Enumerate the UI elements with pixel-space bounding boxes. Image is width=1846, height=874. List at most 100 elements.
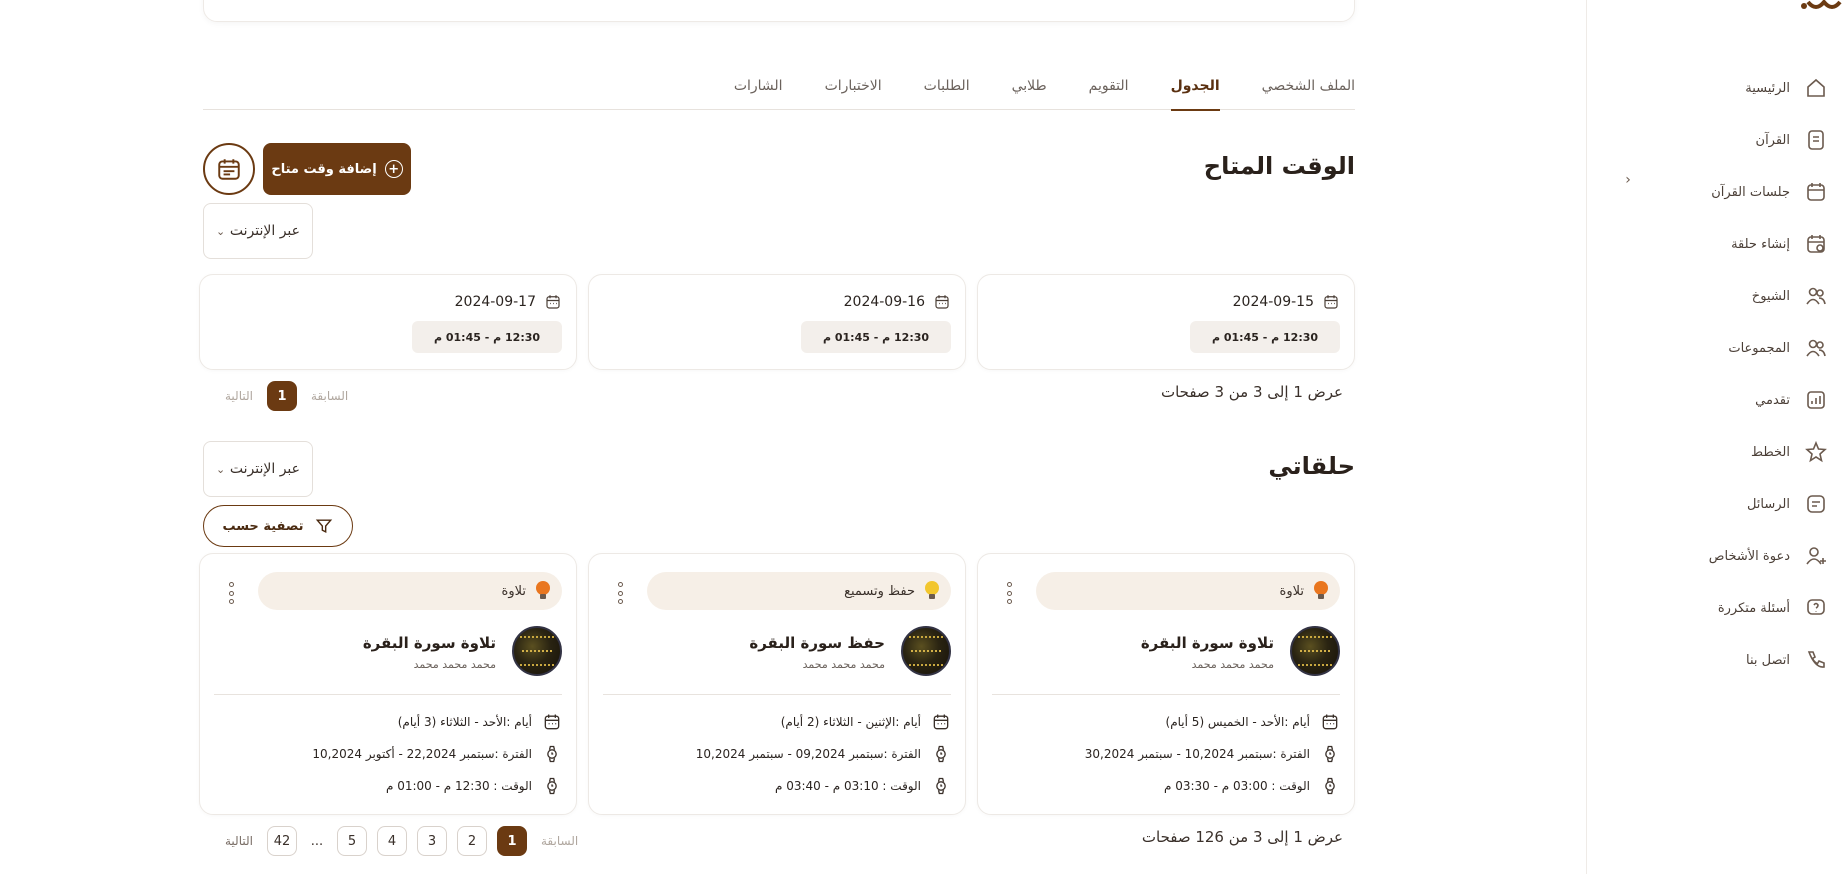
tab-calendar[interactable]: التقويم (1089, 70, 1129, 110)
tab-tests[interactable]: الاختبارات (825, 70, 882, 110)
halaqa-type-label: تلاوة (501, 583, 526, 599)
more-options-icon[interactable] (1006, 582, 1012, 604)
slot-time: 12:30 م - 01:45 م (801, 321, 951, 353)
available-slot-card[interactable]: 2024-09-15 12:30 م - 01:45 م (977, 274, 1355, 370)
tab-my-students[interactable]: طلابي (1012, 70, 1047, 110)
sidebar-item-invite[interactable]: دعوة الأشخاص (1588, 530, 1846, 582)
slot-date: 2024-09-15 (1233, 293, 1340, 311)
available-time-title: الوقت المتاح (1203, 152, 1355, 180)
available-pagination: السابقة 1 التالية (221, 381, 352, 411)
sidebar-item-home[interactable]: الرئيسية (1588, 62, 1846, 114)
calendar-icon (546, 295, 560, 309)
add-available-time-button[interactable]: + إضافة وقت متاح (263, 143, 411, 195)
halaqa-period-text: الفترة :سبتمبر 10,2024 - سبتمبر 30,2024 (1084, 747, 1310, 761)
sidebar-item-contact[interactable]: اتصل بنا (1588, 634, 1846, 686)
calendar-icon (935, 295, 949, 309)
more-options-icon[interactable] (617, 582, 623, 604)
sidebar-item-label: أسئلة متكررة (1717, 600, 1790, 616)
star-icon (1805, 440, 1827, 463)
chevron-down-icon: ⌄ (216, 224, 226, 238)
tab-requests[interactable]: الطلبات (924, 70, 970, 110)
pagination-page-last[interactable]: 42 (266, 826, 297, 856)
slot-date: 2024-09-17 (455, 293, 562, 311)
halaqa-card[interactable]: تلاوة تلاوة سورة البقرة محمد محمد محمد أ… (977, 553, 1355, 815)
slot-time: 12:30 م - 01:45 م (1190, 321, 1340, 353)
book-icon (1808, 130, 1824, 150)
sidebar-item-groups[interactable]: المجموعات (1588, 322, 1846, 374)
filter-by-label: تصفية حسب (222, 518, 304, 534)
pagination-page[interactable]: 3 (416, 826, 447, 856)
select-value: عبر الإنترنت (229, 461, 300, 477)
sidebar-item-messages[interactable]: الرسائل (1588, 478, 1846, 530)
pagination-page[interactable]: 2 (456, 826, 487, 856)
available-mode-select[interactable]: عبر الإنترنت ⌄ (203, 203, 313, 259)
sidebar-nav: الرئيسية القرآن جلسات القرآن إنشاء حلقة … (1588, 62, 1846, 686)
pagination-next[interactable]: التالية (221, 389, 257, 403)
phone-icon (1807, 651, 1825, 668)
halaqa-days-text: أيام :الأحد - الثلاثاء (3 أيام) (397, 715, 532, 729)
sidebar-item-sheikhs[interactable]: الشيوخ (1588, 270, 1846, 322)
sidebar-item-label: إنشاء حلقة (1731, 236, 1790, 252)
profile-tabs: الملف الشخصي الجدول التقويم طلابي الطلبا… (203, 70, 1355, 111)
watch-icon (1325, 745, 1335, 763)
pagination-ellipsis: ... (310, 833, 324, 849)
halaqa-teacher: محمد محمد محمد (802, 658, 885, 671)
pagination-page[interactable]: 1 (496, 826, 527, 856)
halaqa-card[interactable]: حفظ وتسميع حفظ سورة البقرة محمد محمد محم… (588, 553, 966, 815)
halaqa-time-text: الوقت : 03:00 م - 03:30 م (1163, 779, 1310, 793)
divider (603, 694, 951, 695)
calendar-icon (1322, 714, 1338, 730)
pagination-prev[interactable]: السابقة (307, 389, 352, 403)
slot-date-text: 2024-09-16 (843, 294, 925, 310)
filter-by-button[interactable]: تصفية حسب (203, 505, 353, 547)
halaqa-time: الوقت : 03:00 م - 03:30 م (1164, 776, 1340, 796)
sidebar: ‹ الرئيسية القرآن جلسات القرآن إنشاء حلق… (1586, 0, 1846, 874)
pagination-page[interactable]: 4 (376, 826, 407, 856)
halaqat-mode-select[interactable]: عبر الإنترنت ⌄ (203, 441, 313, 497)
more-options-icon[interactable] (228, 582, 234, 604)
tab-schedule[interactable]: الجدول (1170, 70, 1220, 111)
sidebar-item-label: الشيوخ (1751, 288, 1790, 304)
sidebar-item-quran[interactable]: القرآن (1588, 114, 1846, 166)
halaqa-avatar (901, 626, 951, 676)
watch-icon (1325, 777, 1335, 795)
sidebar-item-quran-sessions[interactable]: جلسات القرآن (1588, 166, 1846, 218)
halaqa-type-pill: حفظ وتسميع (647, 572, 951, 610)
halaqa-days: أيام :الأحد - الخميس (5 أيام) (1166, 712, 1340, 732)
halaqa-period: الفترة :سبتمبر 10,2024 - سبتمبر 30,2024 (1085, 744, 1340, 764)
pagination-page[interactable]: 5 (336, 826, 367, 856)
halaqa-time-text: الوقت : 12:30 م - 01:00 م (385, 779, 532, 793)
halaqa-teacher: محمد محمد محمد (1191, 658, 1274, 671)
halaqa-type-pill: تلاوة (1036, 572, 1340, 610)
halaqa-period: الفترة :سبتمبر 09,2024 - سبتمبر 10,2024 (696, 744, 951, 764)
sidebar-item-faq[interactable]: أسئلة متكررة (1588, 582, 1846, 634)
add-available-time-label: إضافة وقت متاح (271, 161, 377, 177)
calendar-view-button[interactable] (203, 143, 255, 195)
calendar-icon (544, 714, 560, 730)
sidebar-item-plans[interactable]: الخطط (1588, 426, 1846, 478)
available-slot-card[interactable]: 2024-09-16 12:30 م - 01:45 م (588, 274, 966, 370)
halaqa-card[interactable]: تلاوة تلاوة سورة البقرة محمد محمد محمد أ… (199, 553, 577, 815)
divider (214, 694, 562, 695)
tab-profile[interactable]: الملف الشخصي (1262, 70, 1355, 110)
halaqa-type-label: حفظ وتسميع (844, 583, 915, 599)
watch-icon (936, 745, 946, 763)
halaqa-title: تلاوة سورة البقرة (1140, 634, 1274, 652)
sidebar-item-progress[interactable]: تقدمي (1588, 374, 1846, 426)
pagination-page[interactable]: 1 (266, 381, 297, 411)
bulb-icon (923, 581, 941, 601)
available-slot-card[interactable]: 2024-09-17 12:30 م - 01:45 م (199, 274, 577, 370)
plus-circle-icon: + (384, 160, 403, 178)
halaqa-days: أيام :الأحد - الثلاثاء (3 أيام) (398, 712, 562, 732)
sidebar-item-label: اتصل بنا (1746, 652, 1790, 668)
pagination-next[interactable]: التالية (221, 834, 257, 848)
calendar-icon (1324, 295, 1338, 309)
slot-date-text: 2024-09-15 (1232, 294, 1314, 310)
watch-icon (547, 777, 557, 795)
pagination-prev[interactable]: السابقة (537, 834, 582, 848)
bulb-icon (1312, 581, 1330, 601)
sidebar-item-create-halaqa[interactable]: إنشاء حلقة (1588, 218, 1846, 270)
user-add-icon (1806, 547, 1826, 565)
tab-badges[interactable]: الشارات (734, 70, 783, 110)
halaqa-period-text: الفترة :سبتمبر 22,2024 - أكتوبر 10,2024 (312, 747, 532, 761)
